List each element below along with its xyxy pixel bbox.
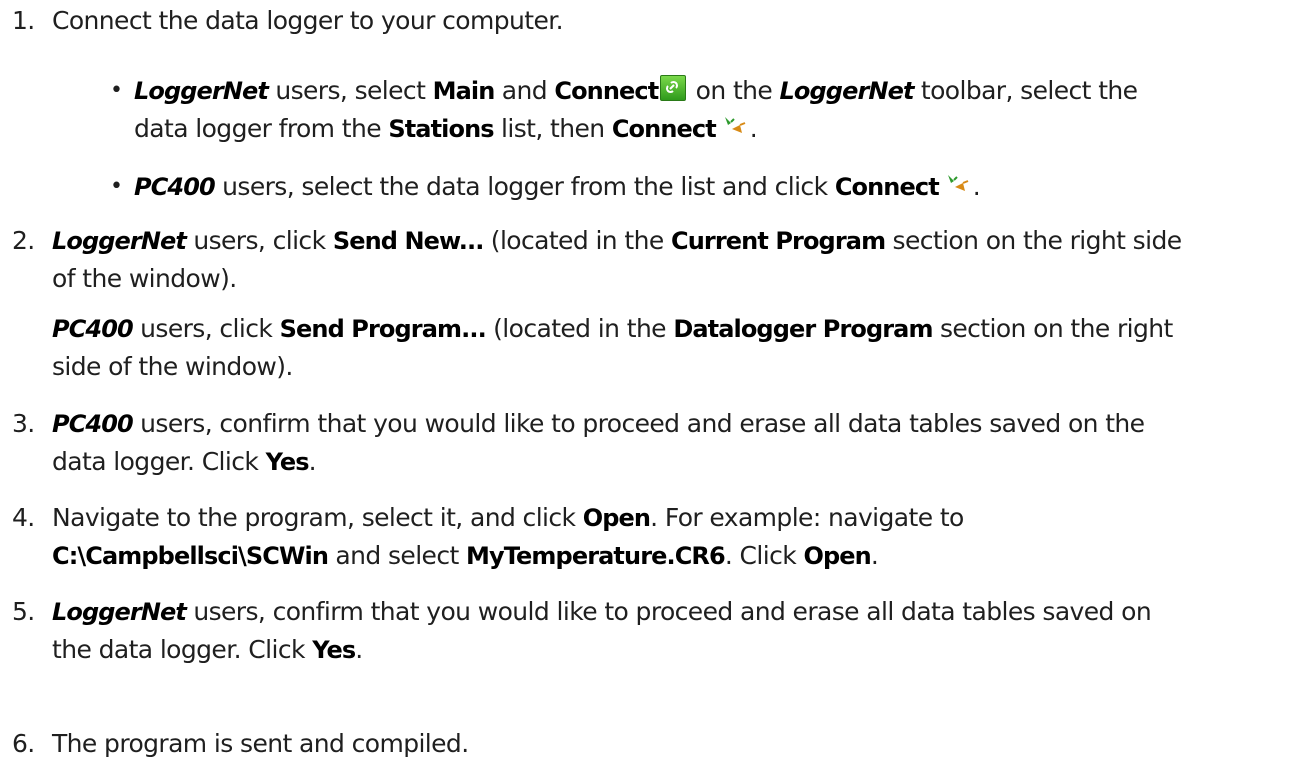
plug-icon: [724, 117, 746, 133]
step-number: 3.: [12, 409, 35, 438]
step-text: PC400 users, confirm that you would like…: [52, 409, 1145, 476]
step-text: LoggerNet users, confirm that you would …: [52, 597, 1152, 664]
instructions-document: 1. Connect the data logger to your compu…: [0, 0, 1291, 773]
step-number: 1.: [12, 6, 35, 35]
link-icon: [660, 75, 687, 101]
bullet-text: PC400 users, select the data logger from…: [134, 172, 981, 201]
bullet-text: LoggerNet users, select Main and Connect…: [134, 75, 1138, 143]
bullet-dot: •: [110, 78, 123, 103]
step-text: LoggerNet users, click Send New... (loca…: [52, 226, 1182, 293]
step-number: 4.: [12, 503, 35, 532]
step-text: Navigate to the program, select it, and …: [52, 503, 964, 570]
step-number: 6.: [12, 729, 35, 758]
step-number: 2.: [12, 226, 35, 255]
step-number: 5.: [12, 597, 35, 626]
plug-icon: [947, 175, 969, 191]
bullet-dot: •: [110, 174, 123, 199]
step-text: The program is sent and compiled.: [52, 729, 469, 758]
step-text: PC400 users, click Send Program... (loca…: [52, 314, 1173, 381]
step-text: Connect the data logger to your computer…: [52, 6, 564, 35]
